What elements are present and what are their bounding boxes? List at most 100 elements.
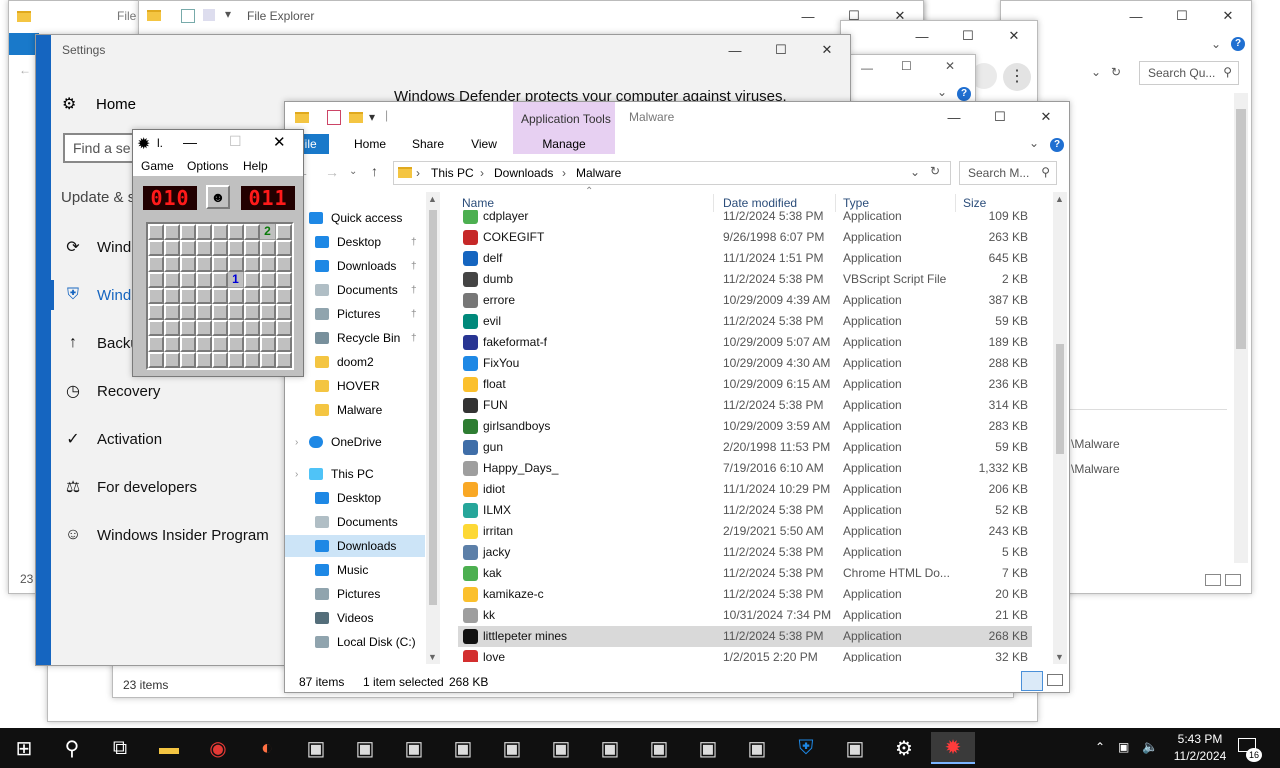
file-row[interactable]: idiot 11/1/2024 10:29 PM Application 206 KB — [458, 479, 1032, 500]
column-header-size[interactable]: Size — [963, 196, 986, 210]
refresh-icon[interactable]: ↻ — [930, 164, 940, 178]
file-row[interactable]: girlsandboys 10/29/2009 3:59 AM Applicatio… — [458, 416, 1032, 437]
mine-cell[interactable] — [196, 288, 212, 304]
clock-date[interactable]: 11/2/2024 — [1170, 749, 1230, 763]
scrollbar-thumb[interactable] — [429, 210, 437, 605]
mine-cell[interactable] — [164, 304, 180, 320]
file-row[interactable]: love 1/2/2015 2:20 PM Application 32 KB — [458, 647, 1032, 662]
smiley-face-button[interactable]: ☻ — [206, 185, 230, 209]
mine-cell[interactable] — [196, 320, 212, 336]
expand-chevron-icon[interactable]: › — [295, 437, 298, 448]
scroll-up-icon[interactable]: ▲ — [428, 194, 437, 204]
column-header-date[interactable]: Date modified — [723, 196, 797, 210]
file-row[interactable]: errore 10/29/2009 4:39 AM Application 387 K… — [458, 290, 1032, 311]
properties-icon[interactable] — [327, 110, 341, 125]
scroll-down-icon[interactable]: ▼ — [1055, 652, 1064, 662]
more-options-icon[interactable]: ⋮ — [1003, 63, 1031, 91]
mine-cell[interactable] — [228, 240, 244, 256]
minesweeper-taskbar-button[interactable]: ✹ — [931, 732, 975, 764]
mine-cell[interactable] — [180, 224, 196, 240]
tab-share[interactable]: Share — [405, 134, 451, 154]
close-button[interactable]: ✕ — [945, 59, 955, 73]
breadcrumb-malware[interactable]: Malware — [576, 166, 621, 180]
nav-item-doom2[interactable]: doom2 — [285, 351, 425, 373]
file-row[interactable]: kak 11/2/2024 5:38 PM Chrome HTML Do... 7 K… — [458, 563, 1032, 584]
tab-view[interactable]: View — [461, 134, 507, 154]
mine-cell[interactable] — [212, 352, 228, 368]
scroll-down-icon[interactable]: ▼ — [428, 652, 437, 662]
app-taskbar-button[interactable]: ▣ — [686, 732, 730, 764]
mine-cell[interactable] — [196, 352, 212, 368]
mine-cell[interactable] — [244, 224, 260, 240]
menu-game[interactable]: Game — [141, 159, 174, 173]
help-icon[interactable]: ? — [957, 86, 971, 101]
new-folder-icon[interactable] — [349, 112, 363, 123]
file-row[interactable]: delf 11/1/2024 1:51 PM Application 645 KB — [458, 248, 1032, 269]
help-icon[interactable]: ? — [1231, 36, 1245, 51]
mine-cell[interactable] — [180, 256, 196, 272]
scrollbar-thumb[interactable] — [1236, 109, 1246, 349]
settings-gear-taskbar-button[interactable]: ⚙ — [882, 732, 926, 764]
nav-item-documents[interactable]: Documents — [285, 511, 425, 533]
minesweeper-window[interactable]: ✹ l. — ☐ ✕ Game Options Help 010 ☻ 011 2… — [132, 129, 304, 377]
mine-cell[interactable] — [196, 240, 212, 256]
minimize-button[interactable]: — — [785, 1, 831, 31]
close-button[interactable]: ✕ — [1205, 1, 1251, 31]
mine-cell[interactable] — [244, 352, 260, 368]
settings-item-recovery[interactable]: ◷ Recovery — [63, 376, 160, 406]
nav-item-desktop[interactable]: Desktop † — [285, 231, 425, 253]
mine-cell[interactable] — [276, 304, 292, 320]
close-button[interactable]: ✕ — [804, 35, 850, 65]
mine-cell[interactable] — [164, 336, 180, 352]
address-dropdown-icon[interactable]: ⌄ — [910, 165, 920, 179]
mine-cell-number[interactable]: 2 — [260, 224, 276, 240]
file-row[interactable]: jacky 11/2/2024 5:38 PM Application 5 KB — [458, 542, 1032, 563]
file-row[interactable]: evil 11/2/2024 5:38 PM Application 59 KB — [458, 311, 1032, 332]
nav-item-downloads[interactable]: Downloads † — [285, 255, 425, 277]
mine-cell[interactable] — [228, 352, 244, 368]
breadcrumb-downloads[interactable]: Downloads — [494, 166, 553, 180]
mine-cell[interactable] — [260, 304, 276, 320]
file-row[interactable]: Happy_Days_ 7/19/2016 6:10 AM Application 1… — [458, 458, 1032, 479]
mine-cell[interactable] — [180, 288, 196, 304]
search-input[interactable]: Search M... ⚲ — [959, 161, 1057, 185]
mine-cell[interactable] — [276, 272, 292, 288]
new-folder-icon[interactable] — [203, 9, 215, 21]
mine-cell[interactable] — [260, 336, 276, 352]
mine-cell[interactable] — [244, 288, 260, 304]
file-row[interactable]: ILMX 11/2/2024 5:38 PM Application 52 KB — [458, 500, 1032, 521]
task-view-taskbar-button[interactable]: ⧉ — [98, 732, 142, 764]
ribbon-collapse-icon[interactable]: ⌄ — [1211, 37, 1221, 51]
nav-scrollbar[interactable]: ▲ ▼ — [426, 192, 440, 664]
mine-cell[interactable] — [260, 240, 276, 256]
close-button[interactable]: ✕ — [1023, 102, 1069, 132]
settings-item-windows-update[interactable]: ⟳ Wind — [63, 232, 131, 262]
mine-cell[interactable] — [244, 256, 260, 272]
ribbon-collapse-icon[interactable]: ⌄ — [937, 85, 947, 99]
app-taskbar-button[interactable]: ▣ — [588, 732, 632, 764]
mine-cell[interactable] — [276, 320, 292, 336]
windows-start-taskbar-button[interactable]: ⊞ — [2, 732, 46, 764]
mine-cell[interactable] — [276, 352, 292, 368]
mine-cell[interactable] — [196, 224, 212, 240]
mine-cell[interactable] — [148, 224, 164, 240]
settings-item-backup[interactable]: ↑ Backu — [63, 328, 139, 358]
close-button[interactable]: ✕ — [991, 21, 1037, 51]
minimize-button[interactable]: — — [899, 21, 945, 51]
scrollbar[interactable] — [1234, 93, 1248, 563]
mine-cell[interactable] — [228, 336, 244, 352]
mine-cell[interactable] — [196, 304, 212, 320]
app-taskbar-button[interactable]: ▣ — [294, 732, 338, 764]
app-taskbar-button[interactable]: ▣ — [637, 732, 681, 764]
minimize-button[interactable]: — — [1113, 1, 1159, 31]
app-taskbar-button[interactable]: ▣ — [392, 732, 436, 764]
mine-cell[interactable] — [164, 352, 180, 368]
mine-cell[interactable] — [180, 304, 196, 320]
mine-cell[interactable] — [164, 320, 180, 336]
nav-item-malware[interactable]: Malware — [285, 399, 425, 421]
search-box[interactable]: Search Qu... ⚲ — [1139, 61, 1239, 85]
mine-cell[interactable] — [164, 272, 180, 288]
mine-cell[interactable] — [276, 224, 292, 240]
close-button[interactable]: ✕ — [273, 133, 286, 151]
minimize-button[interactable]: — — [712, 35, 758, 65]
